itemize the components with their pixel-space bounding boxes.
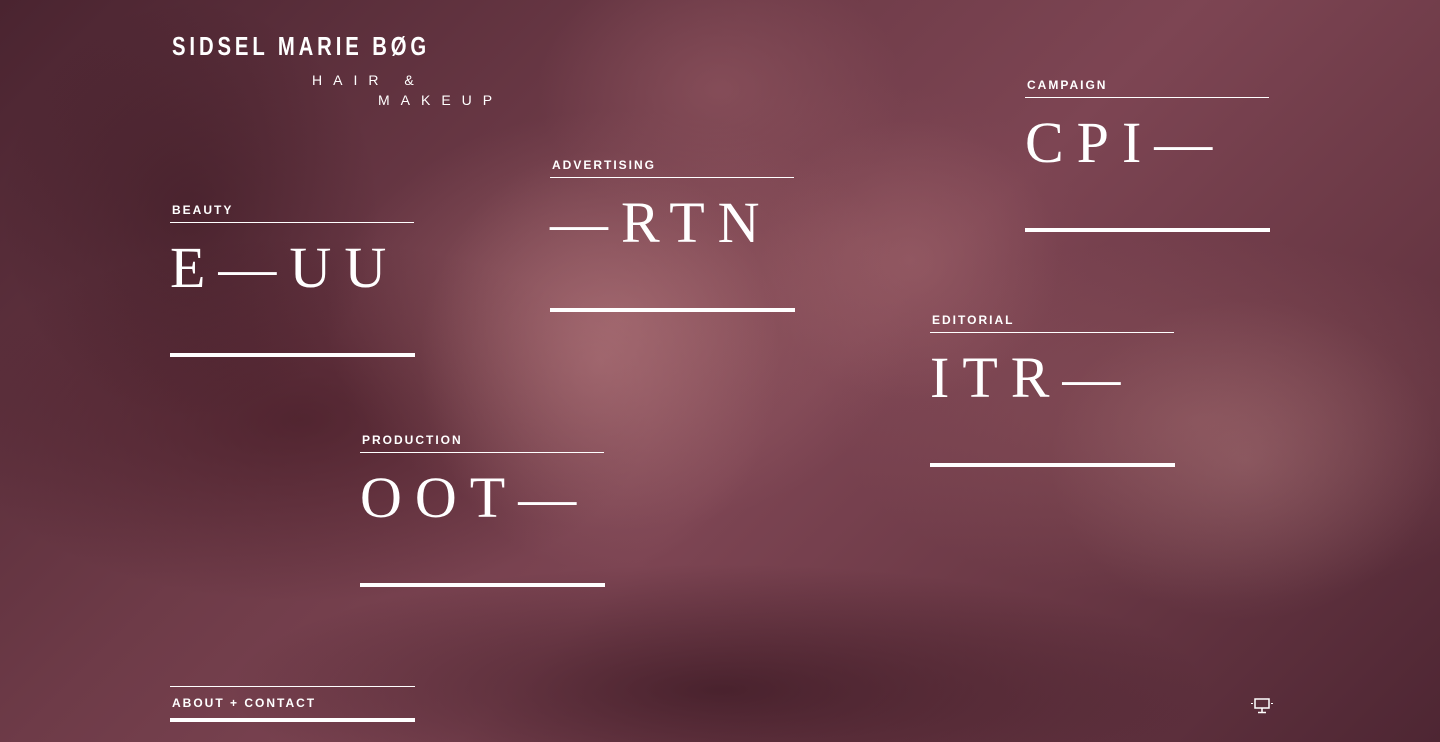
monitor-icon[interactable] xyxy=(1250,697,1274,715)
brand-tagline-line1: HAIR & xyxy=(312,72,425,88)
nav-tile-word: —RTN xyxy=(550,190,773,255)
about-contact-label: ABOUT + CONTACT xyxy=(172,696,317,710)
divider-thick xyxy=(170,353,415,357)
hero-background: SIDSEL MARIE BØG HAIR & MAKEUP BEAUTY E—… xyxy=(0,0,1440,742)
nav-tile-word: CPI— xyxy=(1025,110,1226,175)
nav-tile-campaign[interactable]: CAMPAIGN CPI— xyxy=(1025,77,1270,232)
nav-tile-label: BEAUTY xyxy=(172,203,234,217)
divider-thick xyxy=(550,308,795,312)
divider-thick xyxy=(360,583,605,587)
nav-tile-production[interactable]: PRODUCTION OOT— xyxy=(360,432,605,587)
nav-tile-label: EDITORIAL xyxy=(932,313,1015,327)
brand-tagline-line2: MAKEUP xyxy=(378,92,504,108)
nav-tile-word: E—UU xyxy=(170,235,400,300)
about-contact-link[interactable]: ABOUT + CONTACT xyxy=(170,686,415,722)
nav-tile-label: ADVERTISING xyxy=(552,158,657,172)
nav-tile-advertising[interactable]: ADVERTISING —RTN xyxy=(550,157,795,312)
nav-tile-label: PRODUCTION xyxy=(362,433,463,447)
divider-thick xyxy=(930,463,1175,467)
site-logo[interactable]: SIDSEL MARIE BØG HAIR & MAKEUP xyxy=(172,30,503,108)
brand-name: SIDSEL MARIE BØG xyxy=(172,31,431,61)
nav-tile-editorial[interactable]: EDITORIAL ITR— xyxy=(930,312,1175,467)
nav-tile-word: ITR— xyxy=(930,345,1134,410)
divider-thick xyxy=(1025,228,1270,232)
nav-tile-beauty[interactable]: BEAUTY E—UU xyxy=(170,202,415,357)
nav-tile-label: CAMPAIGN xyxy=(1027,78,1108,92)
nav-tile-word: OOT— xyxy=(360,465,590,530)
